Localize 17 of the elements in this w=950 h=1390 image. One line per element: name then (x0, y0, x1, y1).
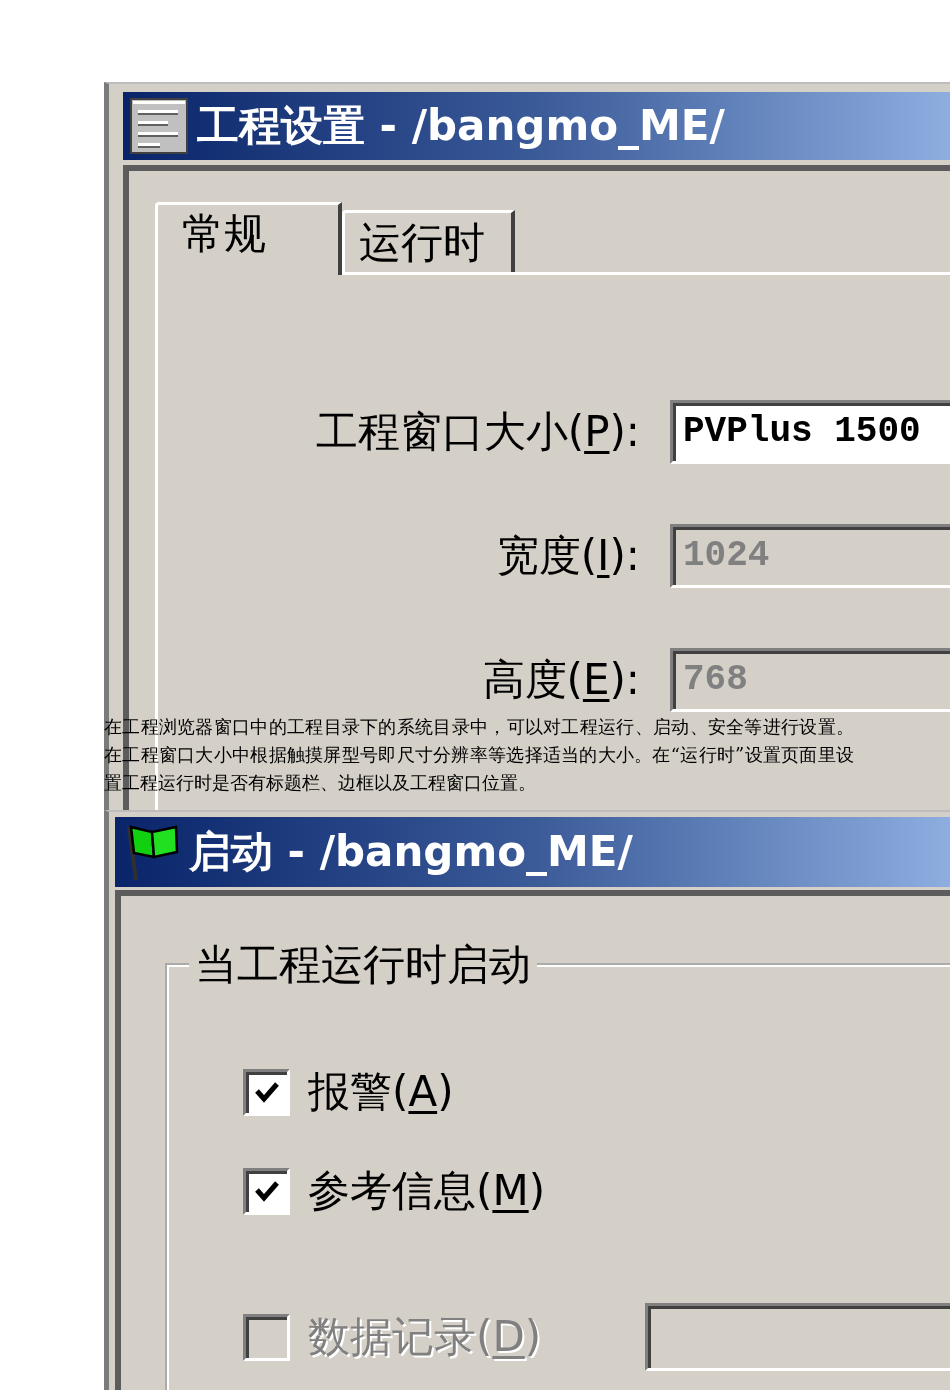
window-title: 启动 - /bangmo_ME/ (189, 827, 633, 877)
checkbox-label: 数据记录(D) (308, 1312, 542, 1362)
window-title: 工程设置 - /bangmo_ME/ (197, 101, 725, 151)
document-lines-icon (130, 98, 188, 154)
tab[interactable]: 常规 (155, 202, 342, 275)
field-label: 工程窗口大小(P): (315, 407, 640, 457)
group-title: 当工程运行时启动 (194, 940, 532, 990)
checkbox-label: 参考信息(M) (308, 1166, 546, 1216)
tab[interactable]: 运行时 (342, 210, 515, 272)
checkbox[interactable] (243, 1068, 290, 1116)
check-icon (253, 1179, 280, 1203)
field-label: 高度(E): (482, 655, 640, 705)
check-icon (253, 1080, 280, 1104)
checkbox[interactable] (243, 1167, 290, 1215)
text-field[interactable]: PVPlus 1500 (670, 400, 950, 464)
field-label: 宽度(I): (496, 531, 640, 581)
checkbox-label: 报警(A) (308, 1067, 454, 1117)
